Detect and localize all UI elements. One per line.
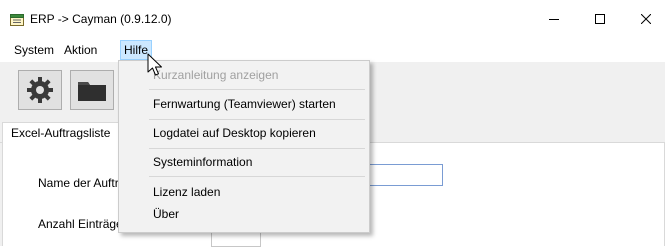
- menu-bar: System Aktion Hilfe: [0, 38, 665, 62]
- close-button[interactable]: [623, 0, 665, 38]
- minimize-icon: [549, 19, 559, 20]
- help-menu-dropdown: Kurzanleitung anzeigen Fernwartung (Team…: [118, 60, 370, 233]
- menu-item-logdatei[interactable]: Logdatei auf Desktop kopieren: [153, 124, 316, 142]
- menu-aktion[interactable]: Aktion: [61, 41, 100, 59]
- maximize-button[interactable]: [577, 0, 623, 38]
- menu-item-lizenz-laden[interactable]: Lizenz laden: [153, 183, 220, 201]
- title-bar: ERP -> Cayman (0.9.12.0): [0, 0, 665, 38]
- app-window: ERP -> Cayman (0.9.12.0) System Aktion H…: [0, 0, 665, 247]
- app-window-icon: [10, 14, 24, 26]
- maximize-icon: [595, 14, 605, 24]
- mouse-cursor-icon: [147, 53, 162, 76]
- list-name-input[interactable]: [363, 164, 443, 186]
- settings-button[interactable]: [18, 70, 62, 110]
- minimize-button[interactable]: [531, 0, 577, 38]
- menu-separator: [149, 148, 365, 149]
- menu-item-kurzanleitung: Kurzanleitung anzeigen: [153, 68, 279, 82]
- menu-separator: [149, 119, 365, 120]
- gear-icon: [27, 77, 53, 103]
- folder-icon: [78, 82, 106, 101]
- menu-separator: [149, 176, 365, 177]
- menu-item-fernwartung[interactable]: Fernwartung (Teamviewer) starten: [153, 95, 336, 113]
- menu-system[interactable]: System: [11, 41, 57, 59]
- menu-item-systeminformation[interactable]: Systeminformation: [153, 153, 252, 171]
- menu-separator: [149, 89, 365, 90]
- close-icon: [641, 14, 651, 24]
- open-folder-button[interactable]: [70, 70, 114, 110]
- menu-item-ueber[interactable]: Über: [153, 205, 179, 223]
- window-title: ERP -> Cayman (0.9.12.0): [30, 12, 172, 26]
- tab-excel-auftragsliste[interactable]: Excel-Auftragsliste: [2, 122, 120, 143]
